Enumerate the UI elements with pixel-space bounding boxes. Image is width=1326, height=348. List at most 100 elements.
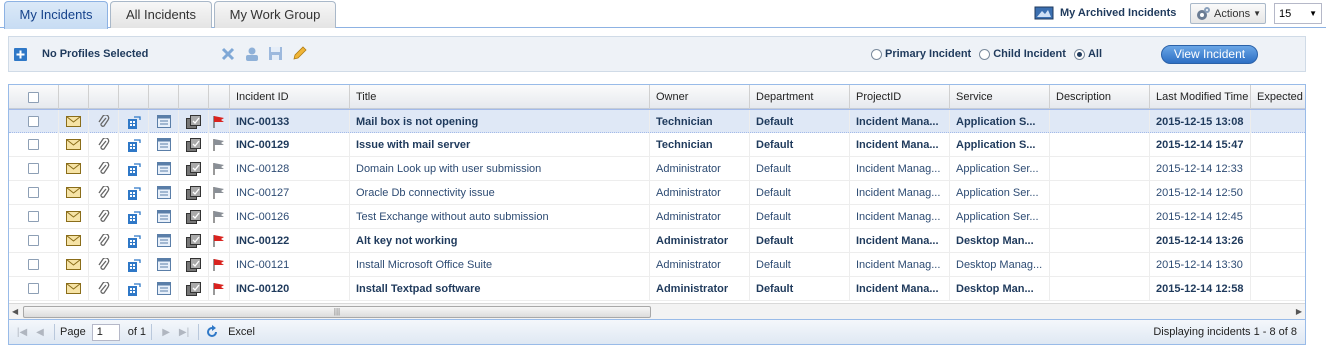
excel-export-link[interactable]: Excel — [228, 326, 255, 338]
status-icon[interactable] — [179, 157, 209, 180]
status-icon[interactable] — [179, 229, 209, 252]
radio-primary-incident[interactable]: Primary Incident — [871, 48, 971, 60]
col-header-service[interactable]: Service — [950, 85, 1050, 109]
tab-my-incidents[interactable]: My Incidents — [4, 1, 108, 29]
row-checkbox-cell[interactable] — [9, 205, 59, 228]
scroll-right-icon[interactable]: ▶ — [1296, 307, 1302, 316]
gray-flag-icon[interactable] — [209, 133, 230, 156]
col-header-expected[interactable]: Expected — [1251, 85, 1305, 109]
red-flag-icon[interactable] — [209, 110, 230, 133]
notes-icon[interactable] — [149, 277, 179, 300]
assign-icon[interactable] — [119, 229, 149, 252]
red-flag-icon[interactable] — [209, 253, 230, 276]
row-checkbox[interactable] — [28, 259, 39, 270]
col-header-owner[interactable]: Owner — [650, 85, 750, 109]
title-cell[interactable]: Install Microsoft Office Suite — [350, 253, 650, 276]
row-checkbox-cell[interactable] — [9, 110, 59, 133]
table-row[interactable]: INC-00120 Install Textpad software Adminis… — [9, 277, 1305, 301]
table-row[interactable]: INC-00122 Alt key not working Administrato… — [9, 229, 1305, 253]
status-icon[interactable] — [179, 110, 209, 133]
radio-all-incidents[interactable]: All — [1073, 48, 1102, 60]
title-cell[interactable]: Issue with mail server — [350, 133, 650, 156]
delete-icon[interactable] — [219, 45, 236, 62]
tab-my-work-group[interactable]: My Work Group — [214, 1, 336, 28]
mail-icon[interactable] — [59, 181, 89, 204]
attachment-icon[interactable] — [89, 157, 119, 180]
edit-pencil-icon[interactable] — [291, 45, 308, 62]
select-all-checkbox[interactable] — [28, 91, 39, 103]
row-checkbox-cell[interactable] — [9, 133, 59, 156]
title-cell[interactable]: Alt key not working — [350, 229, 650, 252]
incident-id-cell[interactable]: INC-00128 — [230, 157, 350, 180]
page-number-input[interactable]: 1 — [91, 323, 120, 341]
scrollbar-thumb[interactable]: ||| — [23, 306, 651, 318]
attachment-icon[interactable] — [89, 110, 119, 133]
col-header-title[interactable]: Title — [350, 85, 650, 109]
save-icon[interactable] — [267, 45, 284, 62]
incident-id-cell[interactable]: INC-00133 — [230, 110, 350, 133]
radio-primary[interactable] — [871, 48, 882, 60]
col-header-last-modified[interactable]: Last Modified Time — [1150, 85, 1251, 109]
title-cell[interactable]: Domain Look up with user submission — [350, 157, 650, 180]
gray-flag-icon[interactable] — [209, 181, 230, 204]
assign-icon[interactable] — [119, 181, 149, 204]
notes-icon[interactable] — [149, 157, 179, 180]
table-row[interactable]: INC-00127 Oracle Db connectivity issue Adm… — [9, 181, 1305, 205]
assign-icon[interactable] — [119, 110, 149, 133]
refresh-icon[interactable] — [204, 324, 220, 340]
last-page-icon[interactable]: ▶| — [175, 327, 193, 338]
incident-id-cell[interactable]: INC-00126 — [230, 205, 350, 228]
user-lock-icon[interactable] — [243, 45, 260, 62]
incident-id-cell[interactable]: INC-00120 — [230, 277, 350, 300]
col-header-description[interactable]: Description — [1050, 85, 1150, 109]
prev-page-icon[interactable]: ◀ — [31, 327, 49, 338]
row-checkbox[interactable] — [28, 139, 39, 150]
notes-icon[interactable] — [149, 110, 179, 133]
mail-icon[interactable] — [59, 157, 89, 180]
notes-icon[interactable] — [149, 181, 179, 204]
table-row[interactable]: INC-00129 Issue with mail server Technicia… — [9, 133, 1305, 157]
row-checkbox[interactable] — [28, 235, 39, 246]
assign-icon[interactable] — [119, 205, 149, 228]
select-all-checkbox-cell[interactable] — [9, 85, 59, 109]
attachment-icon[interactable] — [89, 205, 119, 228]
table-row[interactable]: INC-00126 Test Exchange without auto subm… — [9, 205, 1305, 229]
col-header-incident-id[interactable]: Incident ID — [230, 85, 350, 109]
attachment-icon[interactable] — [89, 181, 119, 204]
mail-icon[interactable] — [59, 253, 89, 276]
notes-icon[interactable] — [149, 133, 179, 156]
row-checkbox[interactable] — [28, 163, 39, 174]
title-cell[interactable]: Oracle Db connectivity issue — [350, 181, 650, 204]
table-row[interactable]: INC-00128 Domain Look up with user submis… — [9, 157, 1305, 181]
horizontal-scrollbar[interactable]: ◀ ||| ▶ — [9, 303, 1305, 319]
mail-icon[interactable] — [59, 205, 89, 228]
view-incident-button[interactable]: View Incident — [1161, 45, 1258, 64]
radio-all[interactable] — [1073, 48, 1085, 60]
radio-child[interactable] — [979, 48, 991, 60]
assign-icon[interactable] — [119, 277, 149, 300]
assign-icon[interactable] — [119, 157, 149, 180]
red-flag-icon[interactable] — [209, 277, 230, 300]
col-header-department[interactable]: Department — [750, 85, 850, 109]
row-checkbox[interactable] — [28, 116, 39, 127]
incident-id-cell[interactable]: INC-00122 — [230, 229, 350, 252]
row-checkbox-cell[interactable] — [9, 229, 59, 252]
mail-icon[interactable] — [59, 277, 89, 300]
row-checkbox[interactable] — [28, 283, 39, 294]
row-checkbox-cell[interactable] — [9, 277, 59, 300]
actions-menu-button[interactable]: Actions ▼ — [1190, 3, 1266, 24]
status-icon[interactable] — [179, 181, 209, 204]
attachment-icon[interactable] — [89, 229, 119, 252]
title-cell[interactable]: Install Textpad software — [350, 277, 650, 300]
radio-child-incident[interactable]: Child Incident — [979, 48, 1066, 60]
notes-icon[interactable] — [149, 229, 179, 252]
row-checkbox-cell[interactable] — [9, 157, 59, 180]
next-page-icon[interactable]: ▶ — [157, 327, 175, 338]
status-icon[interactable] — [179, 253, 209, 276]
attachment-icon[interactable] — [89, 253, 119, 276]
assign-icon[interactable] — [119, 133, 149, 156]
attachment-icon[interactable] — [89, 133, 119, 156]
notes-icon[interactable] — [149, 253, 179, 276]
col-header-projectid[interactable]: ProjectID — [850, 85, 950, 109]
status-icon[interactable] — [179, 205, 209, 228]
